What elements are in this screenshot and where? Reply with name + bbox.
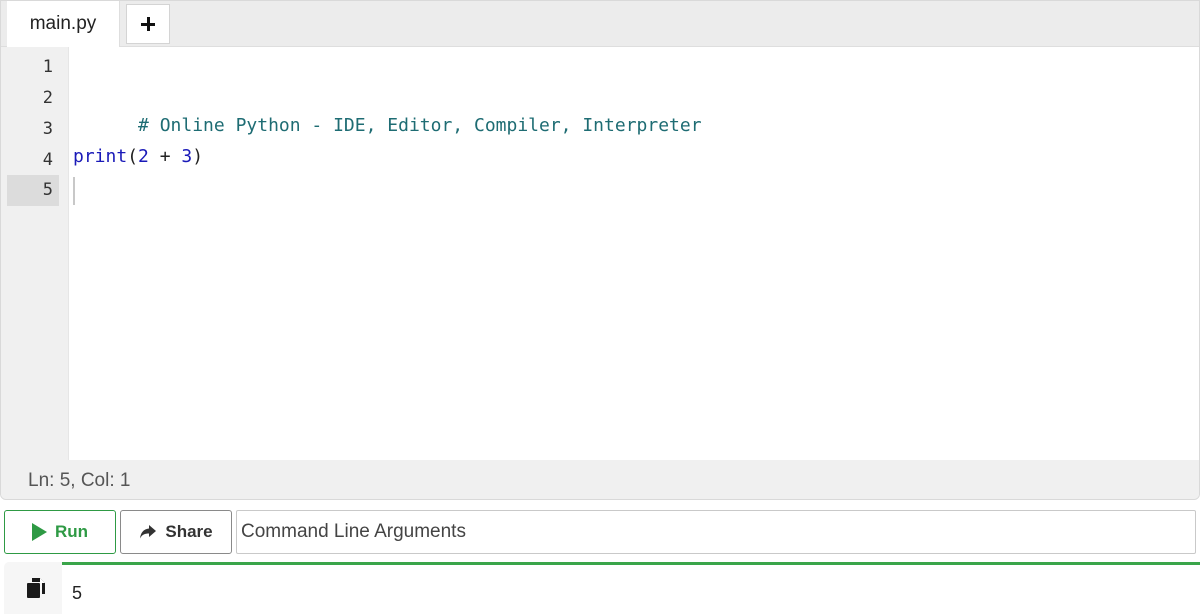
play-icon [31, 523, 47, 541]
line-number-gutter: 1 2 3 4 5 [1, 47, 69, 460]
code-builtin: print [73, 146, 128, 167]
code-number: 3 [181, 146, 193, 167]
line-number: 4 [42, 150, 53, 170]
cursor-position: Ln: 5, Col: 1 [28, 470, 131, 491]
tab-bar: main.py [1, 1, 1199, 47]
run-button-label: Run [54, 522, 89, 541]
line-number: 2 [42, 88, 53, 108]
code-operator: + [148, 146, 182, 167]
plus-icon [141, 17, 155, 31]
add-file-button[interactable] [126, 4, 170, 44]
output-console: 5 [62, 565, 1200, 614]
command-line-arguments-input[interactable] [236, 510, 1196, 554]
code-paren: ( [127, 146, 139, 167]
line-number-active: 5 [7, 175, 59, 206]
code-editor[interactable]: 1 2 3 4 5 # Online Python - IDE, Editor,… [1, 47, 1199, 460]
output-panel: 5 [4, 562, 1200, 614]
share-button[interactable]: Share [120, 510, 232, 554]
copy-icon[interactable] [24, 576, 48, 600]
text-cursor [73, 177, 75, 205]
output-text: 5 [72, 583, 83, 603]
editor-panel: main.py 1 2 3 4 5 # Online Python - IDE,… [0, 0, 1200, 500]
line-number: 1 [42, 57, 53, 77]
file-tab-label: main.py [29, 13, 97, 34]
file-tab-main[interactable]: main.py [7, 1, 120, 47]
line-number: 3 [42, 119, 53, 139]
code-comment: # Online Python - IDE, Editor, Compiler,… [138, 115, 702, 136]
status-bar: Ln: 5, Col: 1 [1, 460, 1199, 499]
share-button-label: Share [165, 522, 213, 541]
share-arrow-icon [140, 525, 157, 539]
run-button[interactable]: Run [4, 510, 116, 554]
code-line-2: # Online Python - IDE, Editor, Compiler,… [73, 79, 702, 136]
code-line-4: print(2 + 3) [73, 141, 203, 172]
output-divider [62, 562, 1200, 565]
code-number: 2 [138, 146, 149, 167]
code-paren: ) [192, 146, 204, 167]
